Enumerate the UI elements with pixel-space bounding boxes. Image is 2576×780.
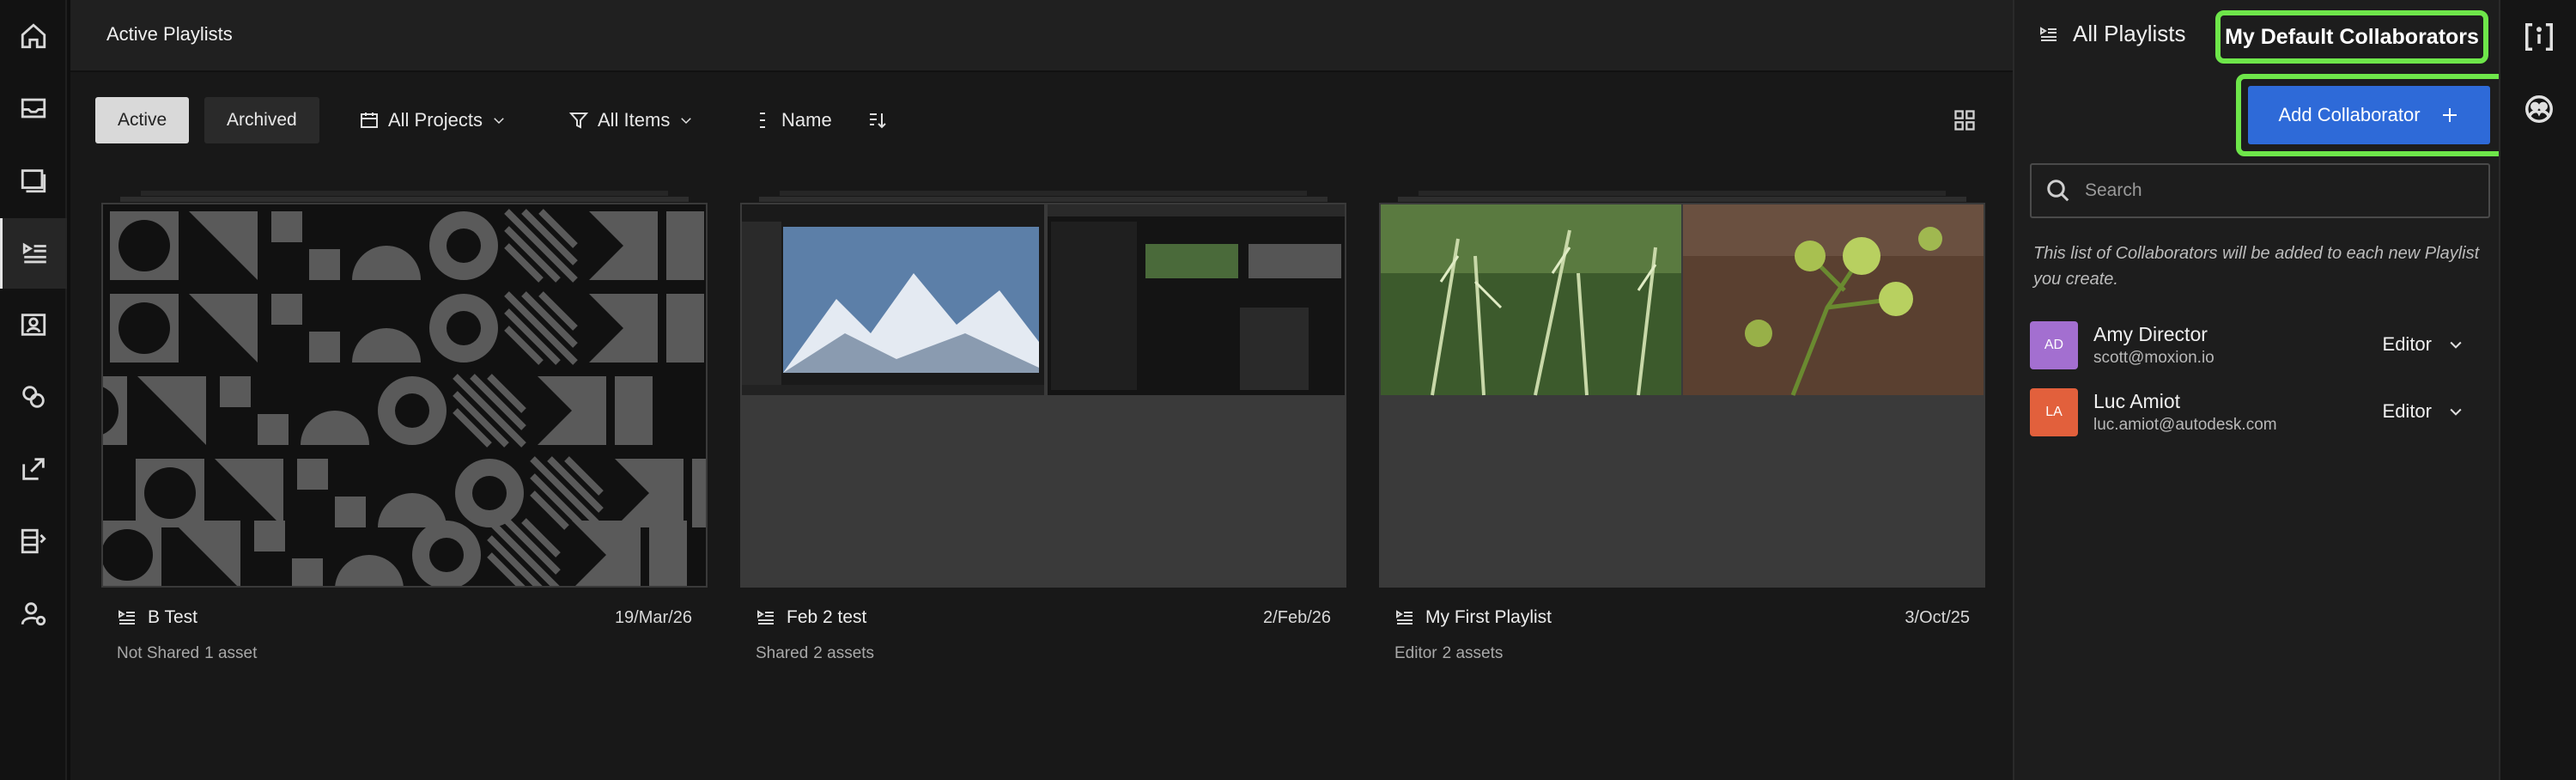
active-tab-button[interactable]: Active — [95, 97, 190, 143]
playlist-card[interactable]: My First Playlist 3/Oct/25 Editor 2 asset… — [1379, 180, 1985, 679]
playlists-icon[interactable] — [0, 218, 67, 289]
add-collaborator-button[interactable]: Add Collaborator — [2248, 86, 2490, 144]
filter-toolbar: Active Archived All Projects All Items N… — [70, 72, 2013, 168]
collaborators-hint-text: This list of Collaborators will be added… — [2033, 244, 2480, 289]
avatar: LA — [2030, 388, 2078, 436]
projects-dropdown[interactable]: All Projects — [359, 97, 507, 143]
panel-header: All Playlists My Default Collaborators — [2014, 0, 2500, 72]
chevron-down-icon — [2450, 341, 2462, 349]
collaborators-icon[interactable] — [2523, 93, 2555, 125]
playlist-thumbnail — [740, 203, 1346, 588]
tab-all-playlists-label: All Playlists — [2073, 21, 2186, 46]
projects-dropdown-label: All Projects — [388, 109, 483, 131]
plus-icon — [2442, 108, 2457, 122]
card-stack-shadow — [1419, 191, 1946, 196]
sort-field-icon — [760, 113, 765, 128]
role-label: Editor — [2382, 333, 2432, 355]
avatar: AD — [2030, 321, 2078, 369]
collaborator-name: Luc Amiot — [2093, 390, 2180, 412]
card-title: Feb 2 test — [787, 607, 867, 627]
card-assets: 2 assets — [813, 644, 875, 662]
card-stack-shadow — [1398, 197, 1966, 202]
role-label: Editor — [2382, 400, 2432, 422]
card-title-row: B Test 19/Mar/26 — [117, 605, 692, 631]
card-subtitle: Shared 2 assets — [756, 644, 879, 663]
items-dropdown[interactable]: All Items — [568, 97, 694, 143]
playlist-thumbnail — [1379, 203, 1985, 588]
plants-photo-image — [1381, 204, 1984, 586]
card-stack-shadow — [759, 197, 1327, 202]
sort-direction-icon — [870, 113, 886, 129]
add-collaborator-label: Add Collaborator — [2278, 104, 2421, 125]
contacts-icon[interactable] — [11, 302, 56, 347]
card-assets: 2 assets — [1442, 644, 1504, 662]
card-title-row: My First Playlist 3/Oct/25 — [1394, 605, 1970, 631]
playlist-icon — [118, 610, 135, 625]
card-status: Editor — [1394, 644, 1437, 662]
tab-all-playlists[interactable]: All Playlists — [2038, 21, 2185, 47]
main-content: Active Playlists Active Archived All Pro… — [70, 0, 2013, 780]
calendar-icon — [361, 113, 378, 128]
card-stack-shadow — [120, 197, 689, 202]
card-assets: 1 asset — [204, 644, 258, 662]
collaborator-row: LA Luc Amiot luc.amiot@autodesk.com Edit… — [2030, 388, 2490, 438]
screenshot-thumbnail-image — [742, 204, 1345, 586]
review-icon[interactable] — [11, 158, 56, 203]
links-icon[interactable] — [11, 375, 56, 419]
sort-field-button[interactable]: Name — [752, 97, 832, 143]
left-nav-rail — [0, 0, 67, 780]
card-title: B Test — [148, 607, 197, 627]
role-dropdown[interactable]: Editor — [2383, 400, 2464, 423]
tab-default-collaborators[interactable]: My Default Collaborators — [2215, 10, 2488, 64]
geometric-pattern-image — [103, 204, 706, 586]
chevron-down-icon — [681, 118, 692, 125]
playlist-card[interactable]: Feb 2 test 2/Feb/26 Shared 2 assets — [740, 180, 1346, 679]
card-date: 3/Oct/25 — [1905, 607, 1970, 627]
card-title: My First Playlist — [1425, 607, 1552, 627]
layout-icon[interactable] — [11, 519, 56, 564]
chevron-down-icon — [494, 118, 504, 125]
home-icon[interactable] — [11, 14, 56, 58]
main-header: Active Playlists — [70, 0, 2013, 72]
playlist-card[interactable]: B Test 19/Mar/26 Not Shared 1 asset — [101, 180, 708, 679]
filter-icon — [568, 113, 589, 129]
share-icon[interactable] — [11, 447, 56, 491]
card-title-row: Feb 2 test 2/Feb/26 — [756, 605, 1331, 631]
collaborator-name: Amy Director — [2093, 323, 2208, 345]
card-date: 2/Feb/26 — [1263, 607, 1331, 627]
card-stack-shadow — [780, 191, 1307, 196]
playlist-icon — [1396, 610, 1413, 625]
card-subtitle: Not Shared 1 asset — [117, 644, 262, 663]
search-field[interactable] — [2030, 163, 2490, 218]
card-status: Shared — [756, 644, 809, 662]
collaborator-row: AD Amy Director scott@moxion.io Editor — [2030, 321, 2490, 371]
items-dropdown-label: All Items — [598, 109, 671, 131]
playlist-icon — [2040, 26, 2057, 41]
card-stack-shadow — [141, 191, 668, 196]
collaborators-panel: All Playlists My Default Collaborators A… — [2013, 0, 2573, 780]
card-subtitle: Editor 2 assets — [1394, 644, 1508, 663]
search-icon — [2047, 180, 2069, 202]
grid-view-icon[interactable] — [1953, 108, 1977, 132]
card-status: Not Shared — [117, 644, 200, 662]
user-settings-icon[interactable] — [11, 591, 56, 636]
page-title: Active Playlists — [106, 23, 233, 45]
right-tool-strip — [2499, 0, 2576, 780]
playlist-icon — [757, 610, 774, 625]
playlist-thumbnail — [101, 203, 708, 588]
archived-tab-button[interactable]: Archived — [204, 97, 319, 143]
collaborator-email: luc.amiot@autodesk.com — [2093, 416, 2277, 434]
role-dropdown[interactable]: Editor — [2383, 333, 2464, 356]
card-date: 19/Mar/26 — [614, 607, 692, 627]
info-icon[interactable] — [2523, 21, 2555, 53]
chevron-down-icon — [2450, 408, 2462, 416]
search-input[interactable] — [2085, 180, 2463, 201]
collaborator-email: scott@moxion.io — [2093, 349, 2215, 367]
sort-direction-button[interactable] — [867, 97, 888, 143]
inbox-icon[interactable] — [11, 86, 56, 131]
sort-field-label: Name — [781, 109, 832, 131]
